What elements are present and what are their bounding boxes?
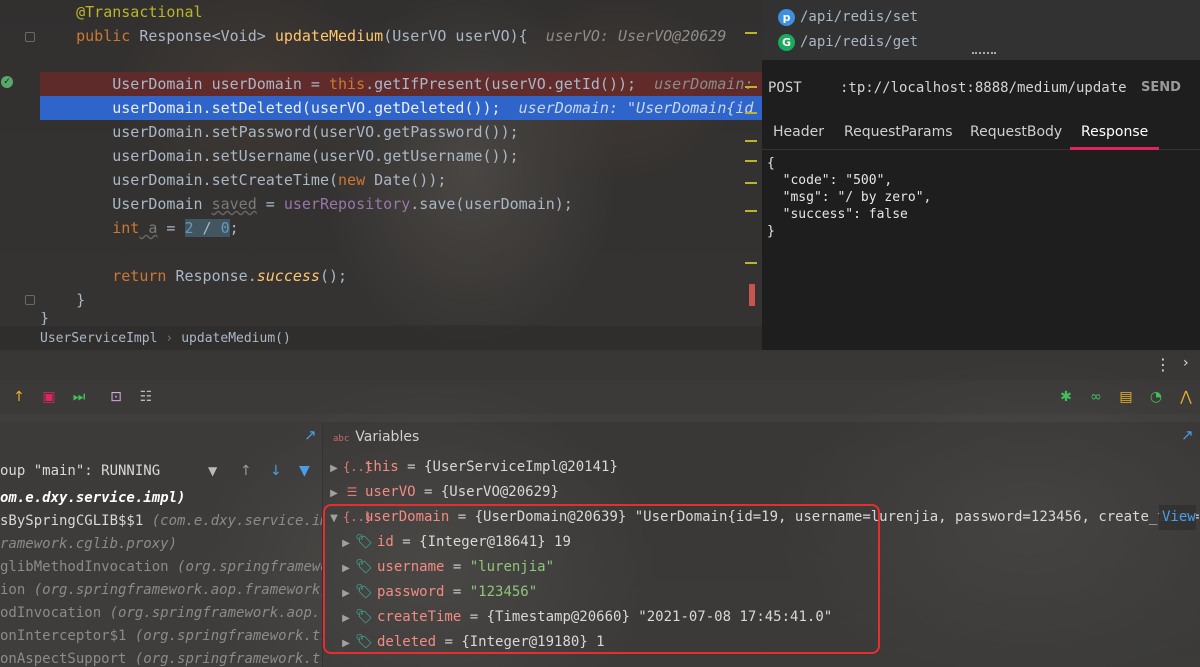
- url-input[interactable]: :tp://localhost:8888/medium/update: [840, 80, 1127, 96]
- memory-icon[interactable]: ▤: [1117, 388, 1135, 406]
- check-icon: ✓: [1, 76, 13, 88]
- tab-request-params[interactable]: RequestParams: [844, 118, 953, 150]
- step-out-icon[interactable]: ↑: [10, 388, 28, 406]
- debug-toolbar: ↑ ▣ ⏭ ⊡ ☷ ✱ ∞ ▤ ◔ ⋀: [0, 380, 1200, 414]
- more-options-icon[interactable]: ⋮: [1155, 355, 1171, 374]
- dropdown-arrow-icon[interactable]: ▼: [208, 458, 217, 484]
- inline-debug-hint: userDomain: "UserDomain{id: [518, 99, 754, 117]
- filter-icon[interactable]: ▼: [299, 458, 310, 484]
- resize-handle[interactable]: [972, 52, 996, 55]
- code-line-close-class[interactable]: }: [40, 312, 762, 325]
- code-line-set-username[interactable]: userDomain.setUsername(userVO.getUsernam…: [40, 144, 762, 168]
- arrow-up-icon[interactable]: ↑: [240, 458, 252, 484]
- code-line-signature[interactable]: public Response<Void> updateMedium(UserV…: [40, 24, 762, 48]
- code-line-breakpoint[interactable]: UserDomain userDomain = this.getIfPresen…: [40, 72, 762, 96]
- code-line-current-execution[interactable]: userDomain.setDeleted(userVO.getDeleted(…: [40, 96, 762, 120]
- run-to-cursor-icon[interactable]: ⏭: [70, 388, 88, 406]
- tab-header[interactable]: Header: [773, 118, 824, 150]
- code-line-return[interactable]: return Response.success();: [40, 264, 762, 288]
- code-line-annotation[interactable]: @Transactional: [40, 0, 762, 24]
- editor-gutter[interactable]: ✓: [0, 0, 40, 325]
- breadcrumb-class[interactable]: UserServiceImpl: [40, 331, 157, 346]
- stack-frame[interactable]: onAspectSupport (org.springframework.tr: [0, 648, 322, 667]
- restore-layout-icon[interactable]: ↗: [304, 426, 317, 444]
- code-line-close-brace[interactable]: }: [40, 288, 762, 312]
- variable-row-uservo[interactable]: ▶ ☰ userVO = {UserVO@20629}: [323, 480, 1200, 505]
- fold-marker-icon[interactable]: [25, 295, 35, 305]
- profiler-icon[interactable]: ⋀: [1177, 388, 1195, 406]
- bug-icon[interactable]: ✱: [1057, 388, 1075, 406]
- request-tabs: Header RequestParams RequestBody Respons…: [762, 118, 1200, 150]
- gauge-icon[interactable]: ◔: [1147, 388, 1165, 406]
- field-icon: ☰: [346, 485, 358, 499]
- code-line-divide[interactable]: int a = 2 / 0;: [40, 216, 762, 240]
- tab-request-body[interactable]: RequestBody: [970, 118, 1062, 150]
- stack-frame[interactable]: glibMethodInvocation (org.springframewor…: [0, 556, 322, 579]
- api-item-redis-get[interactable]: G /api/redis/get: [778, 30, 918, 54]
- variables-title: abc Variables: [333, 429, 420, 445]
- frames-panel: ↗ oup "main": RUNNING ▼ ↑ ↓ ▼ om.e.dxy.s…: [0, 422, 322, 667]
- arrow-down-icon[interactable]: ↓: [270, 458, 282, 484]
- variable-row-this[interactable]: ▶ {..}this = {UserServiceImpl@20141}: [323, 455, 1200, 480]
- http-method-select[interactable]: POST: [768, 80, 802, 96]
- stack-frame[interactable]: odInvocation (org.springframework.aop.fr…: [0, 602, 322, 625]
- stack-frame[interactable]: ramework.cglib.proxy): [0, 533, 322, 556]
- get-method-icon: G: [778, 34, 795, 51]
- response-body[interactable]: { "code": "500", "msg": "/ by zero", "su…: [762, 150, 1200, 350]
- expand-triangle-icon[interactable]: ▶: [328, 481, 340, 505]
- object-icon: {..}: [343, 460, 372, 474]
- stack-frame[interactable]: onInterceptor$1 (org.springframework.tra…: [0, 625, 322, 648]
- stack-frame-current[interactable]: om.e.dxy.service.impl): [0, 487, 322, 510]
- restore-layout-icon[interactable]: ↗: [1181, 426, 1194, 444]
- code-line-save[interactable]: UserDomain saved = userRepository.save(u…: [40, 192, 762, 216]
- panel-separator: [0, 414, 1200, 422]
- breadcrumb-method[interactable]: updateMedium(): [181, 331, 291, 346]
- variables-abc-icon: abc: [333, 434, 350, 444]
- stack-frame[interactable]: sBySpringCGLIB$$1 (com.e.dxy.service.imp…: [0, 510, 322, 533]
- inline-debug-hint: userVO: UserVO@20629: [545, 27, 727, 45]
- put-method-icon: p: [778, 9, 795, 26]
- tab-response[interactable]: Response: [1070, 118, 1160, 150]
- trace-settings-icon[interactable]: ☷: [137, 388, 155, 406]
- red-highlight-annotation: [323, 504, 880, 654]
- editor-error-stripe[interactable]: [745, 0, 759, 325]
- glasses-icon[interactable]: ∞: [1087, 388, 1105, 406]
- expand-triangle-icon[interactable]: ▶: [328, 456, 340, 480]
- request-bar: POST :tp://localhost:8888/medium/update …: [762, 60, 1200, 118]
- evaluate-expression-icon[interactable]: ⊡: [107, 388, 125, 406]
- api-list: p /api/redis/set G /api/redis/get: [762, 0, 1200, 60]
- code-line-set-password[interactable]: userDomain.setPassword(userVO.getPasswor…: [40, 120, 762, 144]
- panel-divider[interactable]: [0, 350, 1200, 380]
- frames-header: ↗: [0, 422, 322, 448]
- stack-frame[interactable]: ion (org.springframework.aop.framework): [0, 579, 322, 602]
- breadcrumb: UserServiceImpl › updateMedium(): [0, 325, 762, 350]
- code-line-set-createtime[interactable]: userDomain.setCreateTime(new Date());: [40, 168, 762, 192]
- thread-selector[interactable]: oup "main": RUNNING ▼ ↑ ↓ ▼: [0, 458, 322, 484]
- send-button[interactable]: SEND: [1122, 80, 1200, 95]
- chevron-right-icon: ›: [165, 331, 174, 346]
- api-item-redis-set[interactable]: p /api/redis/set: [778, 5, 918, 29]
- drop-frame-icon[interactable]: ▣: [40, 388, 58, 406]
- inline-debug-hint: userDomain:: [654, 75, 754, 93]
- fold-marker-icon[interactable]: [25, 32, 35, 42]
- code-editor[interactable]: ✓ @Transactional public Response<Void> u…: [0, 0, 762, 325]
- view-link[interactable]: View: [1159, 505, 1196, 530]
- chevron-right-icon[interactable]: ›: [1183, 355, 1189, 371]
